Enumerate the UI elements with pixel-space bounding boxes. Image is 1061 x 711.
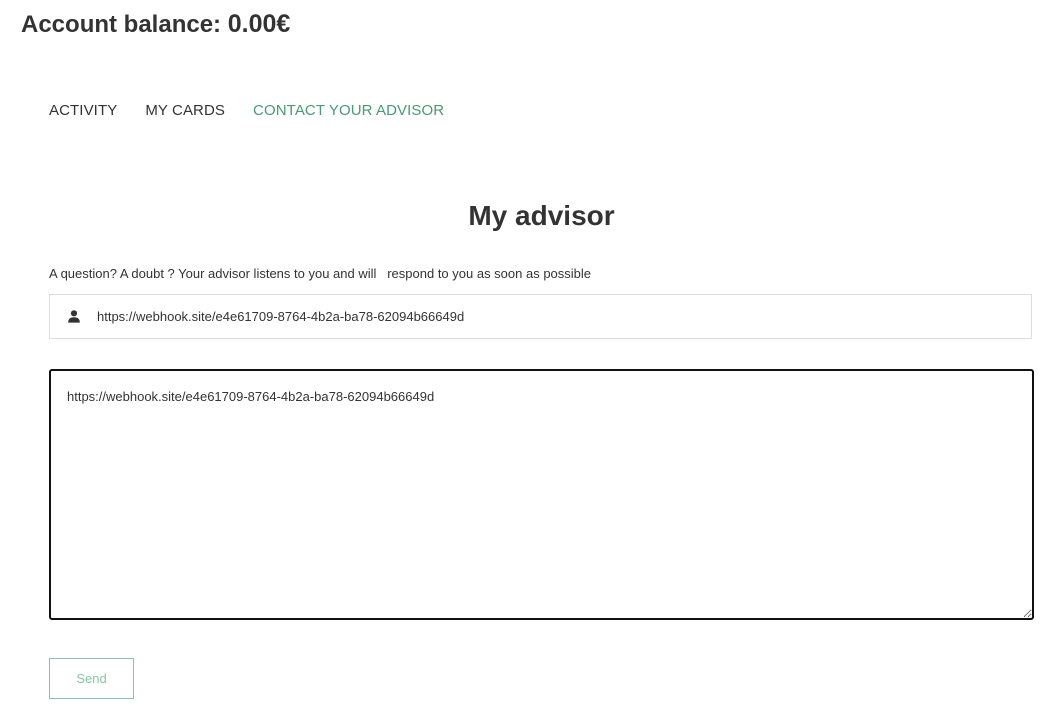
nav-item-activity[interactable]: ACTIVITY bbox=[49, 102, 117, 119]
send-button[interactable]: Send bbox=[49, 658, 134, 699]
intro-text: A question? A doubt ? Your advisor liste… bbox=[49, 266, 592, 281]
balance-value: 0.00€ bbox=[227, 10, 291, 38]
nav-item-contact-your-advisor[interactable]: CONTACT YOUR ADVISOR bbox=[253, 102, 444, 119]
page: Account balance: 0.00€ ACTIVITY MY CARDS… bbox=[0, 0, 1061, 711]
advisor-input[interactable] bbox=[97, 309, 997, 324]
nav-item-my-cards[interactable]: MY CARDS bbox=[145, 102, 225, 119]
balance-label: Account balance: bbox=[21, 11, 228, 38]
user-icon bbox=[66, 309, 82, 325]
main-nav: ACTIVITY MY CARDS CONTACT YOUR ADVISOR bbox=[49, 102, 472, 119]
account-balance: Account balance: 0.00€ bbox=[21, 10, 290, 39]
message-textarea[interactable]: https://webhook.site/e4e61709-8764-4b2a-… bbox=[49, 369, 1034, 620]
advisor-field bbox=[49, 294, 1032, 339]
page-title: My advisor bbox=[468, 200, 615, 231]
